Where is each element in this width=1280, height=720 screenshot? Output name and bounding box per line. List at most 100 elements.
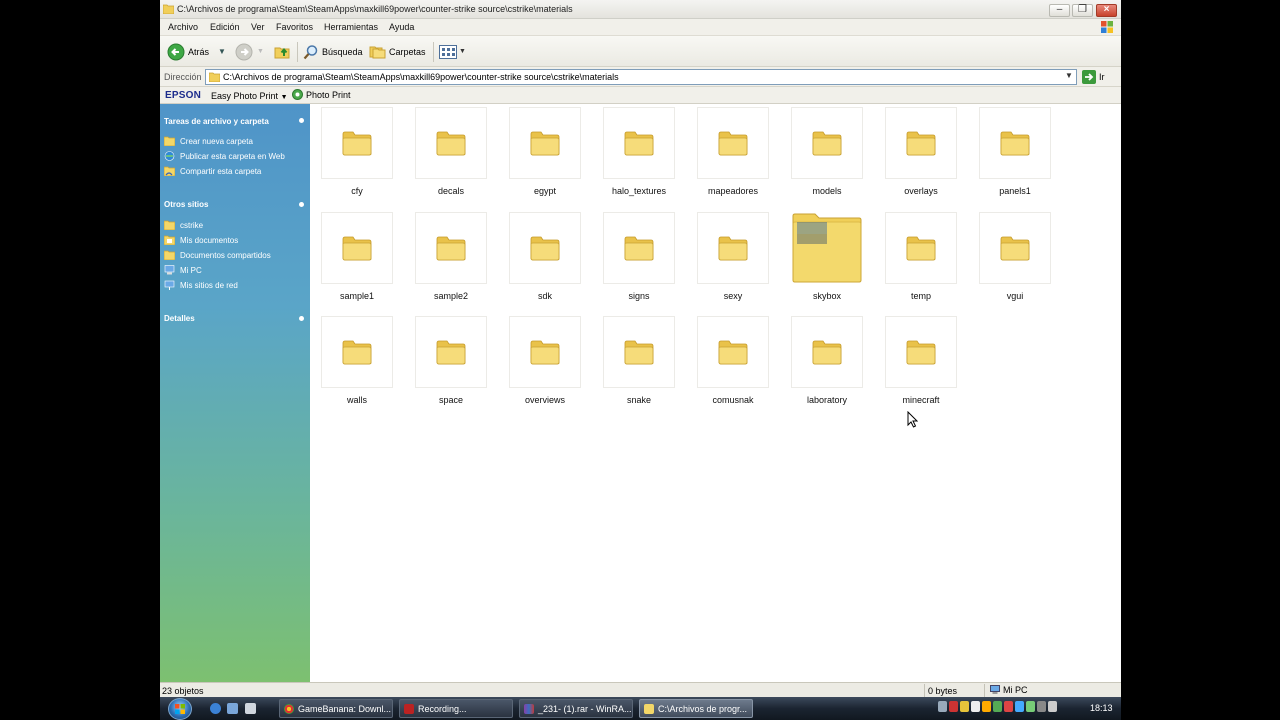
place-cstrike[interactable]: cstrike: [164, 220, 203, 230]
folder-item[interactable]: panels1: [968, 107, 1058, 202]
back-dropdown[interactable]: ▼: [218, 42, 226, 61]
steam-tray-icon[interactable]: [938, 701, 947, 712]
task-new-folder[interactable]: Crear nueva carpeta: [164, 136, 253, 146]
place-my-pc[interactable]: Mi PC: [164, 265, 202, 275]
go-label[interactable]: Ir: [1099, 72, 1105, 82]
computer-icon: [990, 685, 1000, 694]
folder-name: minecraft: [902, 395, 940, 405]
folder-item[interactable]: space: [404, 316, 494, 411]
folder-name: overlays: [904, 186, 938, 196]
status-size: 0 bytes: [928, 686, 958, 696]
search-button[interactable]: Búsqueda: [303, 42, 363, 61]
taskbar: GameBanana: Downl... Recording... _231- …: [160, 697, 1121, 720]
folder-item[interactable]: egypt: [498, 107, 588, 202]
photo-print-button[interactable]: Photo Print: [292, 89, 351, 100]
back-button[interactable]: Atrás: [167, 42, 209, 61]
folders-button[interactable]: Carpetas: [369, 42, 426, 61]
taskbar-button-recording[interactable]: Recording...: [399, 699, 513, 718]
forward-button[interactable]: ▼: [235, 42, 264, 61]
tray-icon[interactable]: [1004, 701, 1013, 712]
menu-herramientas[interactable]: Herramientas: [324, 22, 378, 32]
volume-tray-icon[interactable]: [1048, 701, 1057, 712]
tray-icon[interactable]: [982, 701, 991, 712]
folder-thumbnail: [509, 316, 581, 388]
menu-ver[interactable]: Ver: [251, 22, 265, 32]
folder-item[interactable]: mapeadores: [686, 107, 776, 202]
folder-item[interactable]: walls: [310, 316, 400, 411]
folder-item[interactable]: halo_textures: [592, 107, 682, 202]
task-share-folder[interactable]: Compartir esta carpeta: [164, 166, 261, 176]
taskbar-button-label: C:\Archivos de progr...: [658, 703, 748, 714]
tray-icon[interactable]: [971, 701, 980, 712]
folder-item[interactable]: minecraft: [874, 316, 964, 411]
switch-windows-icon[interactable]: [245, 703, 256, 714]
tray-icon[interactable]: [993, 701, 1002, 712]
easy-photo-print-menu[interactable]: Easy Photo Print ▼: [211, 91, 288, 101]
folder-item[interactable]: snake: [592, 316, 682, 411]
folder-item[interactable]: signs: [592, 211, 682, 307]
menu-favoritos[interactable]: Favoritos: [276, 22, 313, 32]
details-section-title[interactable]: Detalles: [164, 314, 195, 323]
folder-icon: [644, 703, 654, 714]
folder-item[interactable]: decals: [404, 107, 494, 202]
start-button[interactable]: [168, 698, 192, 720]
go-button[interactable]: [1082, 70, 1096, 84]
folder-thumbnail: [791, 316, 863, 388]
collapse-dot-icon[interactable]: [299, 202, 304, 207]
folder-item[interactable]: overviews: [498, 316, 588, 411]
close-button[interactable]: ×: [1096, 4, 1117, 17]
folder-thumbnail: [321, 107, 393, 179]
show-desktop-icon[interactable]: [227, 703, 238, 714]
folder-name: walls: [346, 395, 367, 405]
collapse-dot-icon[interactable]: [299, 118, 304, 123]
menu-archivo[interactable]: Archivo: [168, 22, 198, 32]
folder-item[interactable]: vgui: [968, 211, 1058, 307]
forward-arrow-icon: [235, 43, 253, 60]
taskbar-button-explorer[interactable]: C:\Archivos de progr...: [639, 699, 753, 718]
tray-icon[interactable]: [1015, 701, 1024, 712]
address-input[interactable]: C:\Archivos de programa\Steam\SteamApps\…: [205, 69, 1077, 85]
tray-icon[interactable]: [960, 701, 969, 712]
antivirus-tray-icon[interactable]: [949, 701, 958, 712]
folder-item[interactable]: sdk: [498, 211, 588, 307]
network-icon: [164, 280, 175, 290]
ie-icon[interactable]: [210, 703, 221, 714]
folder-item[interactable]: cfy: [310, 107, 400, 202]
taskbar-button-gamebanana[interactable]: GameBanana: Downl...: [279, 699, 393, 718]
folder-item[interactable]: skybox: [780, 212, 870, 307]
folder-item[interactable]: laboratory: [780, 316, 870, 411]
up-folder-button[interactable]: [274, 42, 291, 61]
folder-preview-icon: [792, 213, 862, 282]
address-dropdown-icon[interactable]: ▼: [1063, 71, 1075, 83]
folder-name: sdk: [537, 290, 552, 301]
folder-item[interactable]: sample1: [310, 211, 400, 307]
views-button[interactable]: ▼: [439, 42, 466, 61]
place-network[interactable]: Mis sitios de red: [164, 280, 238, 290]
folder-icon: [624, 236, 654, 260]
photo-print-icon: [292, 89, 303, 100]
folder-item[interactable]: sexy: [686, 211, 776, 307]
place-shared-documents[interactable]: Documentos compartidos: [164, 250, 271, 260]
menu-edicion[interactable]: Edición: [210, 22, 240, 32]
folder-item[interactable]: temp: [874, 211, 964, 307]
folder-item[interactable]: models: [780, 107, 870, 202]
folder-item[interactable]: overlays: [874, 107, 964, 202]
place-my-documents[interactable]: Mis documentos: [164, 235, 238, 245]
menu-ayuda[interactable]: Ayuda: [389, 22, 414, 32]
tasks-section-title[interactable]: Tareas de archivo y carpeta: [164, 117, 269, 126]
maximize-button[interactable]: ❐: [1072, 4, 1093, 17]
folder-item[interactable]: comusnak: [686, 316, 776, 411]
folder-thumbnail: [509, 211, 581, 284]
share-folder-icon: [164, 166, 175, 176]
task-publish-web[interactable]: Publicar esta carpeta en Web: [164, 151, 285, 161]
nvidia-tray-icon[interactable]: [1026, 701, 1035, 712]
expand-dot-icon[interactable]: [299, 316, 304, 321]
folder-item[interactable]: sample2: [404, 211, 494, 307]
places-section-title[interactable]: Otros sitios: [164, 200, 208, 209]
go-arrow-icon: [1085, 73, 1094, 81]
network-tray-icon[interactable]: [1037, 701, 1046, 712]
minimize-button[interactable]: –: [1049, 4, 1070, 17]
taskbar-button-winrar[interactable]: _231- (1).rar - WinRA...: [519, 699, 633, 718]
title-bar[interactable]: C:\Archivos de programa\Steam\SteamApps\…: [160, 0, 1121, 19]
folder-thumbnail: [321, 316, 393, 388]
